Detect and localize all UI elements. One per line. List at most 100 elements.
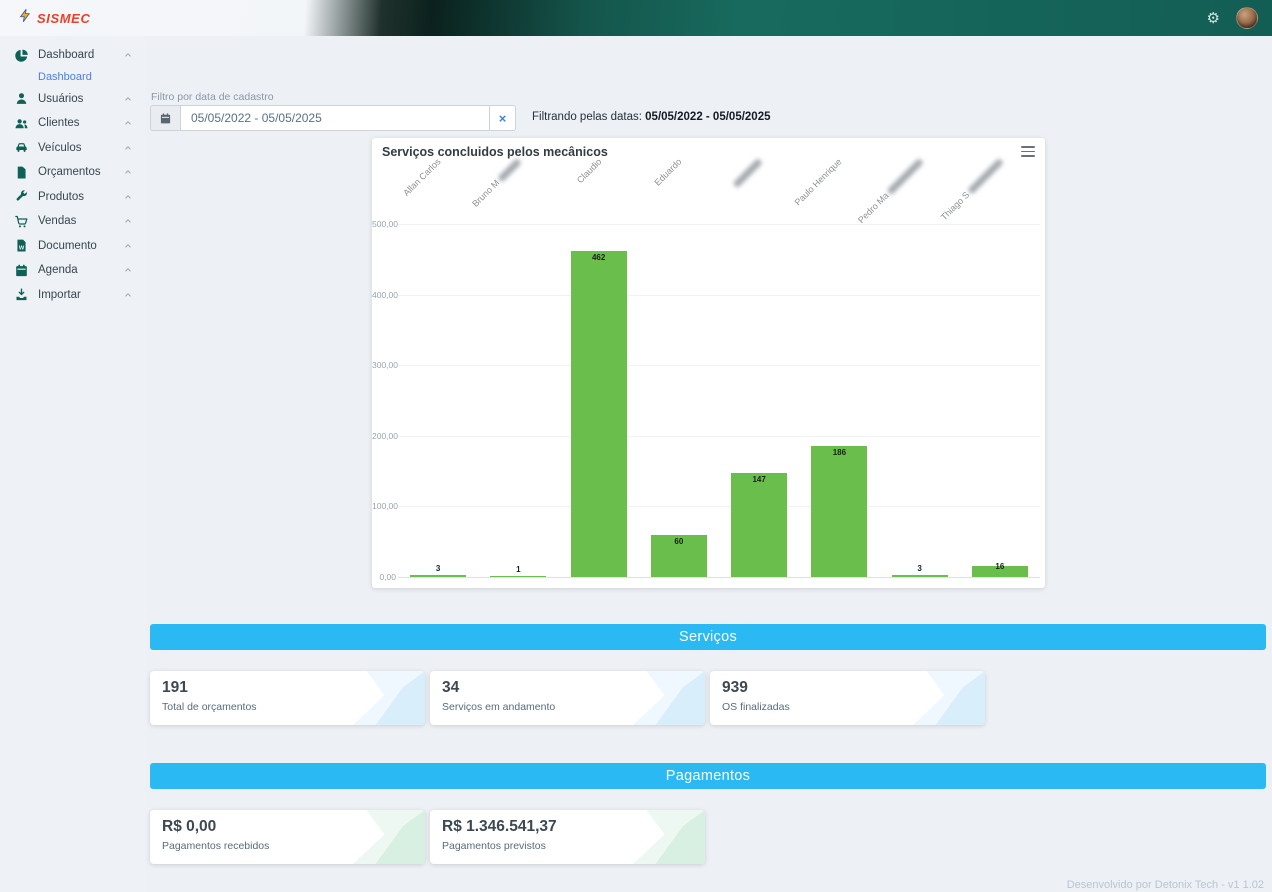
calendar-icon	[14, 263, 29, 278]
chevron-up-icon	[123, 118, 133, 128]
sidebar-item-label: Usuários	[38, 93, 123, 105]
sidebar-item-label: Documento	[38, 240, 123, 252]
bar-value-label: 3	[880, 564, 960, 573]
lightning-bolt-icon	[18, 8, 33, 28]
user-icon	[14, 91, 29, 106]
bar-value-label: 60	[639, 537, 719, 546]
chart-card: Serviços concluidos pelos mecânicos 500,…	[372, 138, 1045, 588]
bar-value-label: 147	[719, 475, 799, 484]
chevron-up-icon	[123, 241, 133, 251]
sidebar-item-dashboard[interactable]: Dashboard	[0, 43, 145, 68]
bar-value-label: 3	[398, 564, 478, 573]
service-stat-card: 939OS finalizadas	[710, 671, 985, 725]
chart-gridline	[398, 506, 1040, 507]
stat-value: 34	[442, 679, 693, 697]
top-header-bar: SISMEC ⚙	[0, 0, 1272, 36]
y-axis-tick-label: 200,00	[372, 431, 396, 441]
y-axis-tick-label: 400,00	[372, 290, 396, 300]
chevron-up-icon	[123, 143, 133, 153]
redacted-name-blur	[498, 158, 523, 183]
wrench-icon	[14, 189, 29, 204]
pie-chart-icon	[14, 48, 29, 63]
stat-value: R$ 1.346.541,37	[442, 818, 693, 836]
chevron-up-icon	[123, 265, 133, 275]
svg-text:W: W	[19, 246, 25, 252]
chart-gridline	[398, 365, 1040, 366]
filter-status-prefix: Filtrando pelas datas:	[532, 111, 645, 123]
sidebar-item-label: Importar	[38, 289, 123, 301]
filter-status-dates: 05/05/2022 - 05/05/2025	[645, 111, 770, 123]
sidebar-item-agenda[interactable]: Agenda	[0, 258, 145, 283]
bar-value-label: 462	[559, 253, 639, 262]
chart-gridline	[398, 577, 1040, 578]
payment-stat-card: R$ 1.346.541,37 Pagamentos previstos	[430, 810, 705, 864]
chevron-up-icon	[123, 94, 133, 104]
sidebar-item-orcamentos[interactable]: Orçamentos	[0, 160, 145, 185]
y-axis-tick-label: 100,00	[372, 501, 396, 511]
bar-value-label: 16	[960, 562, 1040, 571]
hamburger-menu-icon[interactable]	[1021, 146, 1035, 157]
app-logo-text: SISMEC	[37, 11, 90, 26]
chart-bar	[410, 575, 466, 577]
sidebar-item-usuarios[interactable]: Usuários	[0, 87, 145, 112]
bar-value-label: 1	[478, 565, 558, 574]
chevron-up-icon	[123, 50, 133, 60]
y-axis-tick-label: 0,00	[372, 572, 396, 582]
sidebar-item-label: Agenda	[38, 264, 123, 276]
sidebar-item-label: Veículos	[38, 142, 123, 154]
sidebar-subitem-dashboard[interactable]: Dashboard	[0, 68, 145, 87]
stat-label: OS finalizadas	[722, 701, 973, 713]
sidebar-item-label: Clientes	[38, 117, 123, 129]
clear-date-filter-button[interactable]: ×	[490, 105, 516, 131]
redacted-name-blur	[886, 158, 923, 195]
redacted-name-blur	[967, 158, 1004, 195]
service-stat-card: 191 Total de orçamentos	[150, 671, 425, 725]
gear-icon[interactable]: ⚙	[1207, 11, 1220, 26]
service-stat-card: 34 Serviços em andamento	[430, 671, 705, 725]
stat-label: Total de orçamentos	[162, 701, 413, 713]
chart-gridline	[398, 436, 1040, 437]
chart-bar	[731, 473, 787, 577]
header-actions: ⚙	[1207, 7, 1258, 29]
users-icon	[14, 116, 29, 131]
sidebar-item-label: Vendas	[38, 215, 123, 227]
date-filter-label: Filtro por data de cadastro	[151, 91, 274, 103]
bar-value-label: 186	[799, 448, 879, 457]
services-cards-row: 191 Total de orçamentos 34 Serviços em anda…	[150, 671, 985, 725]
services-section-header: Serviços	[150, 624, 1266, 650]
footer-credit: Desenvolvido por Detonix Tech - v1 1.02	[1067, 879, 1264, 891]
stat-label: Pagamentos recebidos	[162, 840, 413, 852]
chevron-up-icon	[123, 216, 133, 226]
sidebar-item-label: Dashboard	[38, 49, 123, 61]
cart-icon	[14, 214, 29, 229]
payment-stat-card: R$ 0,00Pagamentos recebidos	[150, 810, 425, 864]
chart-bar	[571, 251, 627, 577]
chevron-up-icon	[123, 167, 133, 177]
redacted-name-blur	[733, 158, 763, 188]
document-icon	[14, 165, 29, 180]
car-icon	[14, 140, 29, 155]
chevron-up-icon	[123, 192, 133, 202]
calendar-icon[interactable]	[150, 105, 180, 131]
sidebar-item-importar[interactable]: Importar	[0, 283, 145, 308]
chart-bar	[490, 576, 546, 578]
app-logo[interactable]: SISMEC	[18, 8, 90, 28]
sidebar-menu: Dashboard Dashboard Usuários Clientes Veícul…	[0, 36, 145, 892]
word-file-icon: W	[14, 238, 29, 253]
stat-label: Pagamentos previstos	[442, 840, 693, 852]
chart-plot-area: 500,00400,00300,00200,00100,000,00314626…	[398, 224, 1040, 577]
date-range-input[interactable]	[180, 105, 490, 131]
sidebar-item-label: Orçamentos	[38, 166, 123, 178]
sidebar-item-vendas[interactable]: Vendas	[0, 209, 145, 234]
sidebar-item-veiculos[interactable]: Veículos	[0, 136, 145, 161]
chart-gridline	[398, 295, 1040, 296]
sidebar-item-clientes[interactable]: Clientes	[0, 111, 145, 136]
stat-label: Serviços em andamento	[442, 701, 693, 713]
chart-bar	[892, 575, 948, 577]
sidebar-item-documento[interactable]: W Documento	[0, 234, 145, 259]
payments-cards-row: R$ 0,00Pagamentos recebidosR$ 1.346.541,…	[150, 810, 705, 864]
stat-value: 191	[162, 679, 413, 697]
chart-bar	[811, 446, 867, 577]
user-avatar[interactable]	[1236, 7, 1258, 29]
sidebar-item-produtos[interactable]: Produtos	[0, 185, 145, 210]
